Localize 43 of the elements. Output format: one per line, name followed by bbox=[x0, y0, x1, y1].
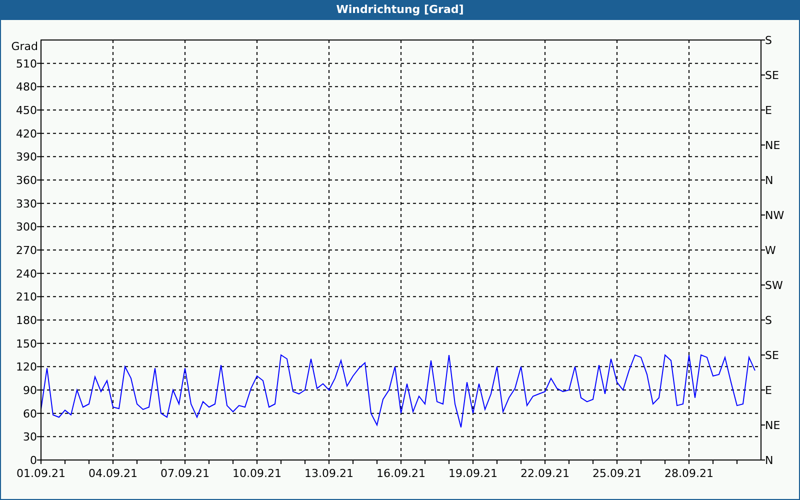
y-tick-label: 180 bbox=[16, 314, 37, 327]
y-tick-label: 330 bbox=[16, 197, 37, 210]
y-tick-label: 270 bbox=[16, 244, 37, 257]
window-title: Windrichtung [Grad] bbox=[336, 2, 464, 18]
y-tick-label: 300 bbox=[16, 220, 37, 234]
compass-tick-label: NE bbox=[765, 419, 780, 432]
x-tick-label: 13.09.21 bbox=[304, 467, 354, 480]
y-tick-label: 240 bbox=[16, 267, 37, 280]
x-tick-label: 19.09.21 bbox=[448, 467, 498, 480]
y-tick-label: 0 bbox=[30, 454, 37, 467]
x-tick-label: 01.09.21 bbox=[16, 467, 66, 480]
x-tick-label: 16.09.21 bbox=[376, 467, 426, 480]
compass-tick-label: W bbox=[765, 244, 776, 257]
y-tick-label: 210 bbox=[16, 290, 37, 304]
compass-tick-label: E bbox=[765, 384, 772, 397]
y-tick-label: 480 bbox=[16, 80, 37, 94]
x-tick-label: 07.09.21 bbox=[160, 467, 210, 480]
y-tick-label: 60 bbox=[23, 407, 37, 420]
y-tick-label: 420 bbox=[16, 127, 37, 140]
compass-tick-label: SW bbox=[765, 279, 783, 292]
y-tick-label: 90 bbox=[23, 384, 37, 397]
x-tick-label: 10.09.21 bbox=[232, 467, 282, 480]
y-tick-label: 390 bbox=[16, 150, 37, 164]
y-tick-label: 120 bbox=[16, 360, 37, 374]
y-tick-label: 150 bbox=[16, 337, 37, 350]
compass-tick-label: E bbox=[765, 104, 772, 117]
compass-tick-label: NE bbox=[765, 139, 780, 152]
y-tick-label: 510 bbox=[16, 57, 37, 70]
compass-tick-label: NW bbox=[765, 209, 784, 222]
compass-tick-label: S bbox=[765, 314, 772, 327]
y-axis-title: Grad bbox=[11, 40, 38, 53]
x-tick-label: 22.09.21 bbox=[520, 467, 570, 480]
x-tick-label: 04.09.21 bbox=[88, 467, 138, 480]
compass-tick-label: S bbox=[765, 34, 772, 47]
y-tick-label: 450 bbox=[16, 104, 37, 117]
x-tick-label: 28.09.21 bbox=[664, 467, 714, 480]
compass-tick-label: N bbox=[765, 454, 774, 467]
y-tick-label: 360 bbox=[16, 174, 37, 187]
x-tick-label: 25.09.21 bbox=[592, 467, 642, 480]
y-tick-label: 30 bbox=[23, 430, 37, 444]
compass-tick-label: N bbox=[765, 174, 774, 187]
compass-tick-label: SE bbox=[765, 69, 779, 82]
compass-tick-label: SE bbox=[765, 349, 779, 362]
